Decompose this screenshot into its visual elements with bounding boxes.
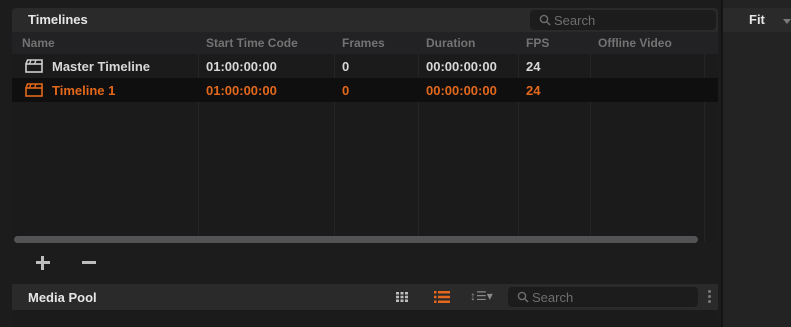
- zoom-dropdown[interactable]: Fit: [723, 8, 791, 32]
- timelines-search-placeholder: Search: [554, 13, 596, 28]
- timeline-actions-bar: [12, 248, 718, 280]
- media-pool-search-input[interactable]: Search: [508, 287, 698, 307]
- viewer-panel: Fit: [723, 0, 791, 327]
- media-pool-search-placeholder: Search: [532, 290, 574, 305]
- timelines-title: Timelines: [28, 12, 88, 27]
- add-icon[interactable]: [36, 256, 50, 270]
- grid-view-icon[interactable]: [396, 292, 408, 302]
- timelines-table: Name Start Time Code Frames Duration FPS…: [12, 32, 718, 242]
- remove-icon[interactable]: [82, 261, 96, 264]
- column-header-start-time-code[interactable]: Start Time Code: [206, 36, 298, 50]
- more-options-icon[interactable]: [708, 290, 711, 304]
- timeline-start-time-code: 01:00:00:00: [206, 83, 277, 98]
- column-header-name[interactable]: Name: [22, 36, 55, 50]
- timelines-search-input[interactable]: Search: [530, 10, 716, 30]
- table-header: Name Start Time Code Frames Duration FPS…: [12, 32, 718, 54]
- table-row-master-timeline[interactable]: Master Timeline 01:00:00:00 0 00:00:00:0…: [12, 54, 718, 78]
- timeline-start-time-code: 01:00:00:00: [206, 59, 277, 74]
- search-icon: [539, 14, 551, 26]
- search-icon: [517, 291, 529, 303]
- timeline-name: Master Timeline: [52, 59, 151, 74]
- column-header-offline-video[interactable]: Offline Video: [598, 36, 672, 50]
- dropdown-arrow-icon: [783, 19, 791, 24]
- timeline-duration: 00:00:00:00: [426, 59, 497, 74]
- timeline-fps: 24: [526, 83, 541, 98]
- column-header-duration[interactable]: Duration: [426, 36, 475, 50]
- timeline-frames: 0: [342, 59, 350, 74]
- timeline-fps: 24: [526, 59, 541, 74]
- horizontal-scrollbar[interactable]: [14, 236, 698, 243]
- timeline-name: Timeline 1: [52, 83, 116, 98]
- timeline-duration: 00:00:00:00: [426, 83, 497, 98]
- media-pool-content: [12, 310, 718, 327]
- timelines-header: Timelines Search: [12, 8, 718, 32]
- media-pool-title: Media Pool: [28, 290, 97, 305]
- clapper-icon: [25, 59, 43, 73]
- column-header-fps[interactable]: FPS: [526, 36, 549, 50]
- column-header-frames[interactable]: Frames: [342, 36, 385, 50]
- list-view-icon[interactable]: [434, 291, 450, 303]
- sort-icon[interactable]: ↕☰▾: [470, 289, 493, 303]
- media-pool-header: Media Pool ↕☰▾ Search: [12, 284, 718, 310]
- clapper-icon: [25, 83, 43, 97]
- timeline-frames: 0: [342, 83, 350, 98]
- table-row-timeline-1[interactable]: Timeline 1 01:00:00:00 0 00:00:00:00 24: [12, 78, 718, 102]
- zoom-label: Fit: [749, 12, 765, 27]
